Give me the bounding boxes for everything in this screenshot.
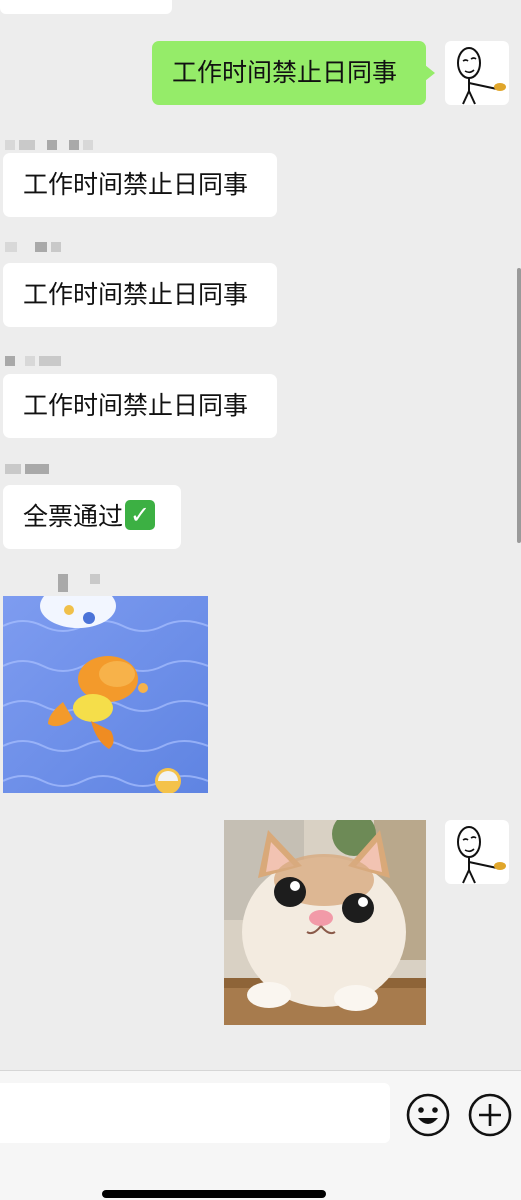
message-input[interactable] (0, 1083, 390, 1143)
message-text: 工作时间禁止日同事 (23, 170, 249, 199)
emoji-button[interactable] (405, 1092, 451, 1138)
my-avatar[interactable] (445, 820, 509, 884)
message-text: 全票通过 (23, 502, 124, 531)
check-mark-emoji-icon: ✓ (125, 500, 156, 530)
smiley-face-icon (406, 1093, 450, 1137)
message-text: 工作时间禁止日同事 (172, 58, 398, 87)
stick-figure-avatar-icon (457, 47, 506, 105)
my-avatar[interactable] (445, 41, 509, 105)
kitten-picture-icon (224, 820, 426, 1025)
message-text: 工作时间禁止日同事 (23, 280, 249, 309)
home-indicator[interactable] (102, 1190, 326, 1198)
sender-name-obscured (5, 140, 93, 152)
sender-name-obscured (5, 464, 49, 476)
sender-name-obscured (5, 356, 61, 368)
kitten-image[interactable] (224, 820, 426, 1025)
more-options-button[interactable] (467, 1092, 513, 1138)
received-message-bubble[interactable]: 全票通过 ✓ (3, 485, 181, 549)
received-message-bubble[interactable]: 工作时间禁止日同事 (3, 153, 277, 217)
stick-figure-avatar-icon (457, 826, 506, 884)
pool-duck-image[interactable] (3, 596, 208, 793)
duck-in-pool-picture-icon (3, 596, 208, 793)
plus-circle-icon (468, 1093, 512, 1137)
scroll-indicator[interactable] (517, 268, 521, 543)
received-message-bubble[interactable]: 工作时间禁止日同事 (3, 374, 277, 438)
my-message-bubble[interactable]: 工作时间禁止日同事 (152, 41, 435, 105)
received-message-bubble[interactable]: 工作时间禁止日同事 (3, 263, 277, 327)
message-text: 工作时间禁止日同事 (23, 391, 249, 420)
sender-name-obscured (5, 242, 61, 254)
sender-name-obscured (58, 574, 100, 592)
previous-message-bubble (0, 0, 172, 14)
